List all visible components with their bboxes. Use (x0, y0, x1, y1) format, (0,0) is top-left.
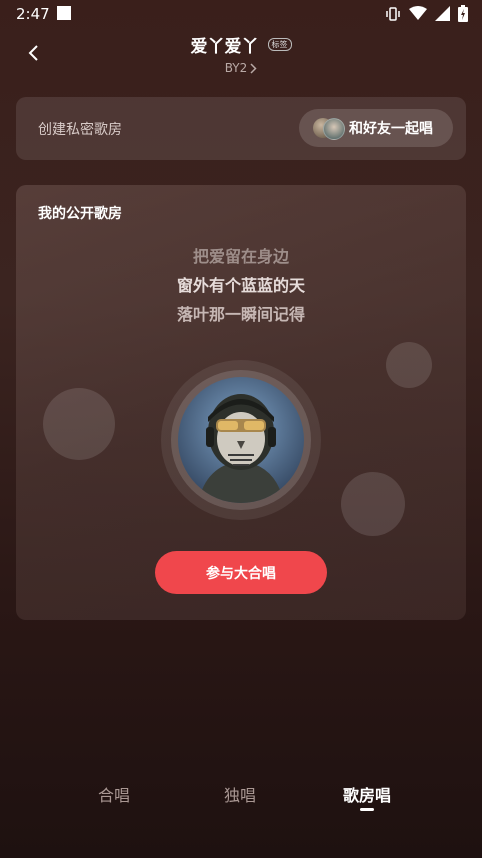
private-room-card[interactable]: 创建私密歌房 和好友一起唱 (16, 97, 466, 160)
create-private-room-label: 创建私密歌房 (38, 122, 122, 138)
status-time: 2:47 (16, 5, 50, 23)
active-tab-indicator (360, 808, 374, 811)
chevron-right-icon (250, 62, 257, 74)
artist-name: BY2 (224, 61, 248, 75)
public-room-card: 我的公开歌房 把爱留在身边 窗外有个蓝蓝的天 落叶那一瞬间记得 参与大合唱 (16, 185, 466, 620)
status-bar: 2:47 (0, 0, 482, 28)
join-chorus-button[interactable]: 参与大合唱 (155, 551, 327, 594)
lyric-line: 落叶那一瞬间记得 (176, 305, 305, 324)
battery-icon (458, 5, 468, 22)
notification-square-icon (57, 6, 71, 20)
tab-chorus[interactable]: 合唱 (98, 782, 130, 806)
singer-disc[interactable] (161, 360, 321, 520)
singer-avatar (178, 377, 304, 503)
song-header: 爱丫爱丫 标签 BY2 (0, 32, 482, 76)
song-title: 爱丫爱丫 (190, 37, 259, 57)
decorative-bubble (43, 388, 115, 460)
sing-with-friends-label: 和好友一起唱 (349, 121, 433, 137)
wifi-icon (409, 6, 427, 20)
artist-link[interactable]: BY2 (225, 61, 258, 75)
lyric-line: 窗外有个蓝蓝的天 (176, 276, 305, 295)
lyric-line: 把爱留在身边 (192, 247, 289, 266)
bottom-tabs: 合唱 独唱 歌房唱 (0, 782, 482, 822)
decorative-bubble (341, 472, 405, 536)
tab-room-sing[interactable]: 歌房唱 (343, 782, 391, 806)
status-icons (385, 5, 468, 22)
sing-with-friends-button[interactable]: 和好友一起唱 (299, 109, 453, 147)
song-tag-badge: 标签 (267, 38, 292, 51)
tab-solo[interactable]: 独唱 (224, 782, 256, 806)
public-room-title: 我的公开歌房 (38, 206, 122, 222)
signal-icon (435, 6, 450, 21)
vibrate-icon (386, 6, 400, 21)
friends-avatar (313, 116, 345, 140)
decorative-bubble (386, 342, 432, 388)
